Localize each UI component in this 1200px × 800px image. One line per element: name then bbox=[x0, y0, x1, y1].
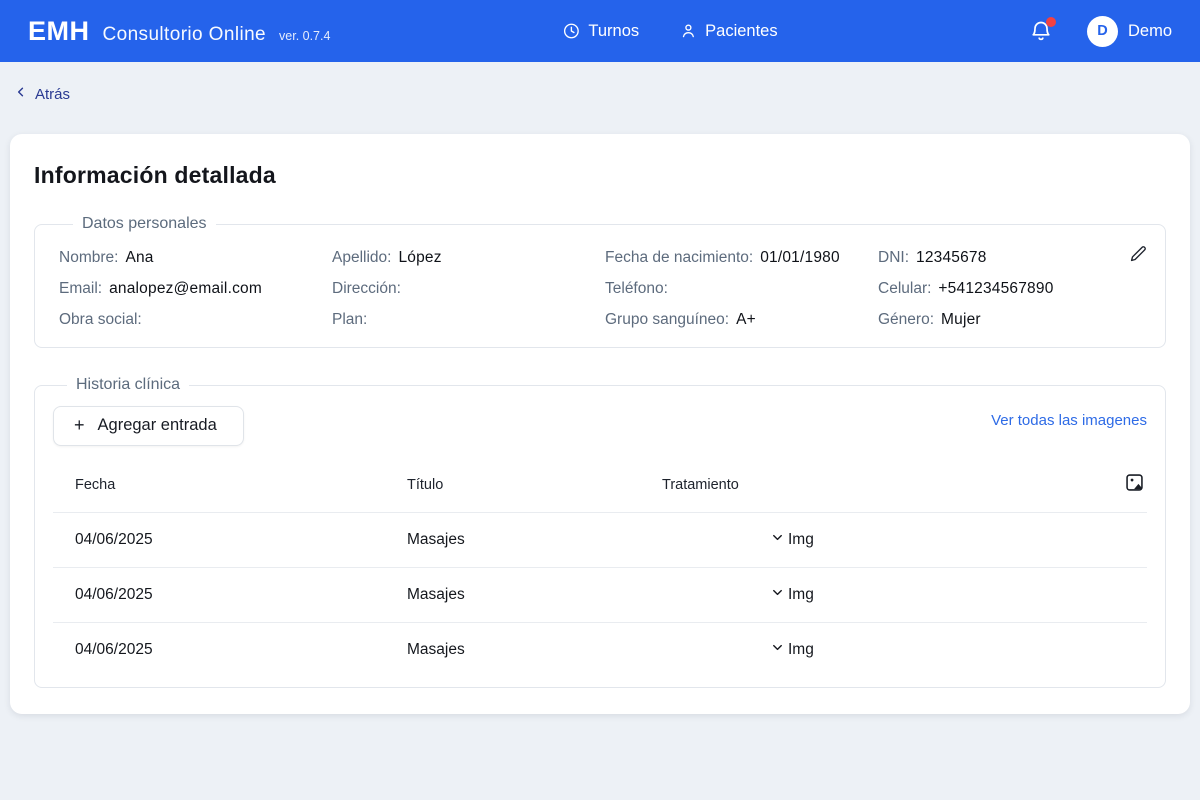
personal-data-section: Datos personales Nombre: Ana Apellido: Lóp… bbox=[34, 215, 1166, 348]
page-title: Información detallada bbox=[34, 162, 1166, 189]
add-entry-label: Agregar entrada bbox=[98, 416, 217, 435]
field-value: +541234567890 bbox=[938, 280, 1053, 297]
top-navbar: EMH Consultorio Online ver. 0.7.4 Turnos… bbox=[0, 0, 1200, 62]
img-toggle[interactable]: Img bbox=[770, 585, 814, 605]
history-table: Fecha Título Tratamiento 04/06/2025 Masa… bbox=[53, 458, 1147, 677]
field-value: A+ bbox=[736, 311, 756, 328]
pencil-icon bbox=[1127, 243, 1149, 265]
field-label: DNI: bbox=[878, 249, 909, 266]
clinical-history-legend: Historia clínica bbox=[67, 376, 189, 394]
img-toggle-label: Img bbox=[788, 641, 814, 659]
brand[interactable]: EMH Consultorio Online ver. 0.7.4 bbox=[28, 16, 330, 47]
field-label: Dirección: bbox=[332, 280, 401, 297]
img-toggle[interactable]: Img bbox=[770, 640, 814, 660]
navbar-right: D Demo bbox=[1029, 16, 1172, 47]
back-label: Atrás bbox=[35, 86, 70, 103]
field-label: Email: bbox=[59, 280, 102, 297]
history-titulo: Masajes bbox=[385, 641, 640, 659]
field-label: Teléfono: bbox=[605, 280, 668, 297]
img-toggle[interactable]: Img bbox=[770, 530, 814, 550]
notification-dot bbox=[1046, 17, 1056, 27]
header-images-cell bbox=[1107, 472, 1147, 497]
field-label: Nombre: bbox=[59, 249, 118, 266]
history-tratamiento: Img bbox=[640, 530, 1107, 550]
history-tratamiento: Img bbox=[640, 585, 1107, 605]
app-version: ver. 0.7.4 bbox=[279, 29, 330, 43]
field-grupo-sanguineo: Grupo sanguíneo: A+ bbox=[605, 311, 878, 329]
back-button[interactable]: Atrás bbox=[14, 85, 70, 103]
field-telefono: Teléfono: bbox=[605, 280, 878, 298]
plus-icon: + bbox=[74, 415, 85, 436]
chevron-left-icon bbox=[14, 85, 28, 103]
avatar: D bbox=[1087, 16, 1118, 47]
field-nombre: Nombre: Ana bbox=[59, 249, 332, 267]
field-label: Grupo sanguíneo: bbox=[605, 311, 729, 328]
field-value: analopez@email.com bbox=[109, 280, 262, 297]
field-email: Email: analopez@email.com bbox=[59, 280, 332, 298]
personal-data-legend: Datos personales bbox=[73, 215, 216, 233]
nav-item-turnos[interactable]: Turnos bbox=[562, 22, 639, 41]
history-row: 04/06/2025 Masajes Img bbox=[53, 513, 1147, 568]
field-label: Obra social: bbox=[59, 311, 142, 328]
field-value: Mujer bbox=[941, 311, 981, 328]
person-icon bbox=[679, 22, 697, 40]
clinical-history-section: Historia clínica + Agregar entrada Ver t… bbox=[34, 376, 1166, 688]
chevron-down-icon bbox=[770, 640, 785, 660]
header-tratamiento: Tratamiento bbox=[640, 477, 1107, 493]
main-nav: Turnos Pacientes bbox=[562, 22, 777, 41]
edit-button[interactable] bbox=[1127, 243, 1149, 265]
brand-logo: EMH bbox=[28, 16, 90, 47]
history-fecha: 04/06/2025 bbox=[53, 641, 385, 659]
field-label: Plan: bbox=[332, 311, 367, 328]
history-row: 04/06/2025 Masajes Img bbox=[53, 623, 1147, 677]
field-obra-social: Obra social: bbox=[59, 311, 332, 329]
user-name: Demo bbox=[1128, 22, 1172, 41]
clock-icon bbox=[562, 22, 580, 40]
notifications-button[interactable] bbox=[1029, 19, 1053, 43]
field-celular: Celular: +541234567890 bbox=[878, 280, 1141, 298]
field-label: Género: bbox=[878, 311, 934, 328]
history-table-header: Fecha Título Tratamiento bbox=[53, 458, 1147, 513]
header-fecha: Fecha bbox=[53, 477, 385, 493]
history-toolbar: + Agregar entrada Ver todas las imagenes bbox=[53, 406, 1147, 446]
history-titulo: Masajes bbox=[385, 586, 640, 604]
history-tratamiento: Img bbox=[640, 640, 1107, 660]
nav-item-pacientes[interactable]: Pacientes bbox=[679, 22, 777, 41]
app-title: Consultorio Online bbox=[103, 24, 267, 46]
img-toggle-label: Img bbox=[788, 586, 814, 604]
field-fecha-nacimiento: Fecha de nacimiento: 01/01/1980 bbox=[605, 249, 878, 267]
history-titulo: Masajes bbox=[385, 531, 640, 549]
header-titulo: Título bbox=[385, 477, 640, 493]
back-row: Atrás bbox=[14, 85, 1200, 103]
history-row: 04/06/2025 Masajes Img bbox=[53, 568, 1147, 623]
field-value: Ana bbox=[125, 249, 153, 266]
field-label: Celular: bbox=[878, 280, 931, 297]
field-value: López bbox=[398, 249, 441, 266]
field-value: 12345678 bbox=[916, 249, 987, 266]
field-direccion: Dirección: bbox=[332, 280, 605, 298]
field-plan: Plan: bbox=[332, 311, 605, 329]
add-entry-button[interactable]: + Agregar entrada bbox=[53, 406, 244, 446]
field-genero: Género: Mujer bbox=[878, 311, 1141, 329]
history-fecha: 04/06/2025 bbox=[53, 531, 385, 549]
patient-detail-card: Información detallada Datos personales N… bbox=[10, 134, 1190, 714]
field-value: 01/01/1980 bbox=[760, 249, 840, 266]
personal-fields-grid: Nombre: Ana Apellido: López Fecha de nacim… bbox=[59, 241, 1141, 329]
field-apellido: Apellido: López bbox=[332, 249, 605, 267]
history-fecha: 04/06/2025 bbox=[53, 586, 385, 604]
image-icon bbox=[1124, 472, 1145, 497]
user-menu[interactable]: D Demo bbox=[1087, 16, 1172, 47]
field-dni: DNI: 12345678 bbox=[878, 249, 1141, 267]
img-toggle-label: Img bbox=[788, 531, 814, 549]
field-label: Fecha de nacimiento: bbox=[605, 249, 753, 266]
nav-item-label: Pacientes bbox=[705, 22, 777, 41]
nav-item-label: Turnos bbox=[588, 22, 639, 41]
view-all-images-link[interactable]: Ver todas las imagenes bbox=[991, 412, 1147, 429]
chevron-down-icon bbox=[770, 585, 785, 605]
bell-icon bbox=[1029, 30, 1053, 47]
field-label: Apellido: bbox=[332, 249, 391, 266]
chevron-down-icon bbox=[770, 530, 785, 550]
